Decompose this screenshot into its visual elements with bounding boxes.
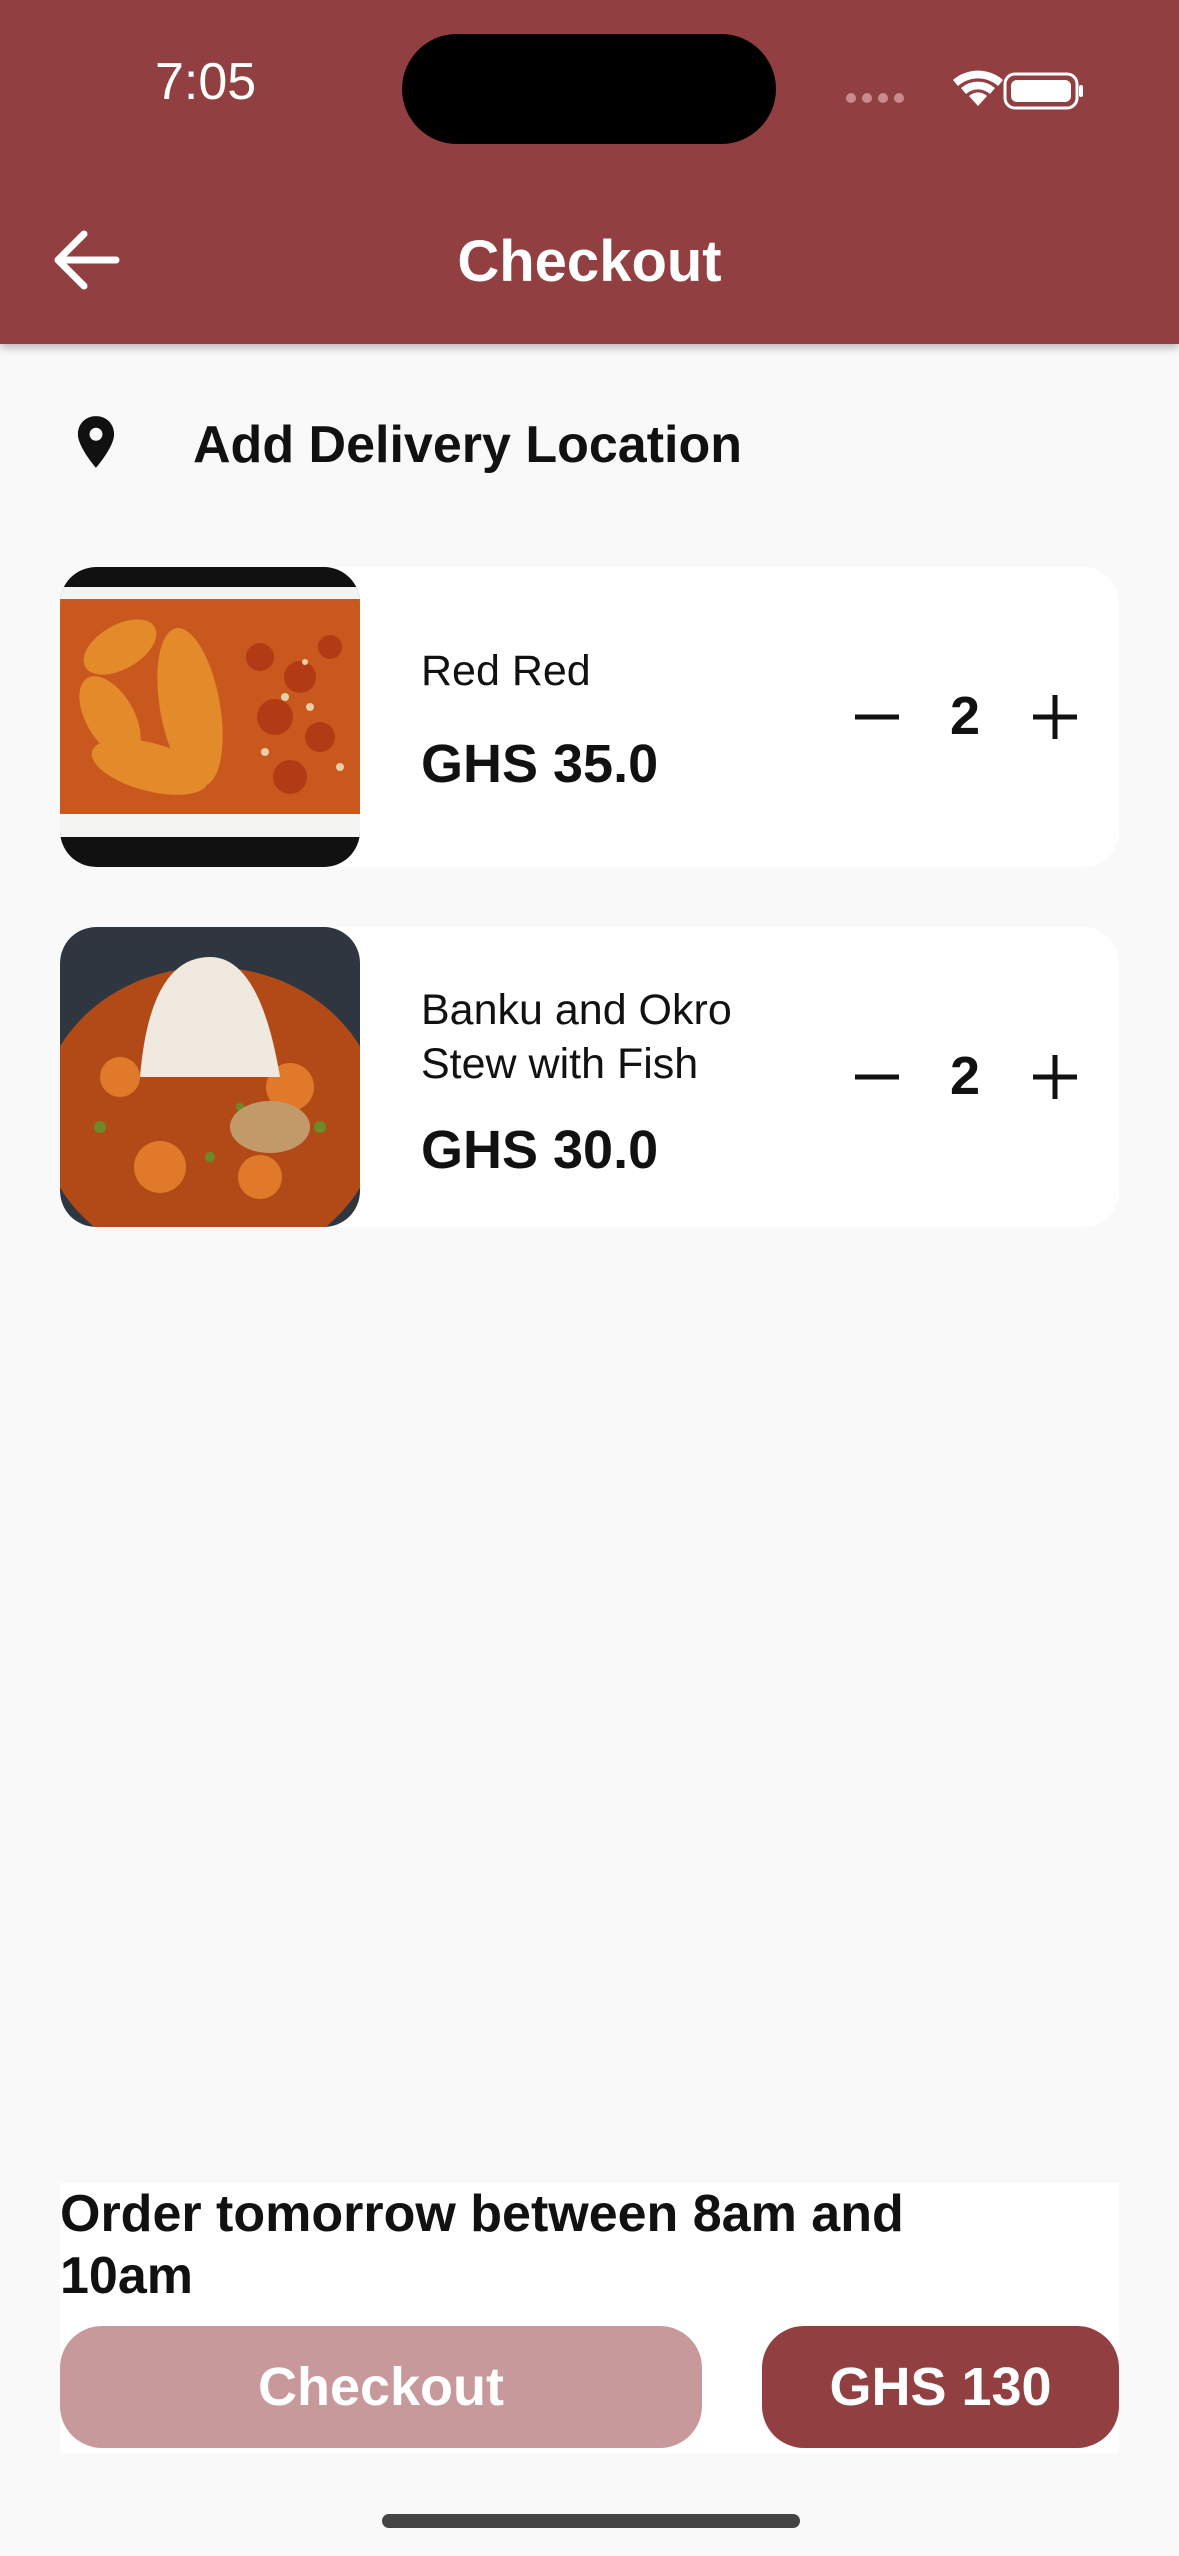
cart-item-banku: Banku and Okro Stew with Fish GHS 30.0 2: [60, 927, 1119, 1227]
quantity-stepper: 2: [835, 927, 1105, 1227]
add-delivery-location[interactable]: Add Delivery Location: [65, 405, 965, 485]
item-name-line2: Stew with Fish: [421, 1040, 699, 1088]
minus-icon[interactable]: [835, 677, 915, 757]
food-image-banku: [60, 927, 360, 1227]
page-title: Checkout: [457, 229, 722, 294]
plus-icon[interactable]: [1015, 677, 1095, 757]
app-bar: 7:05 Checkout: [0, 0, 1179, 344]
order-time-note-line2: 10am: [60, 2247, 193, 2305]
item-price: GHS 30.0: [421, 1120, 659, 1180]
signal-icon: [846, 93, 904, 103]
delivery-location-label: Add Delivery Location: [193, 416, 742, 474]
battery-icon: [1003, 72, 1083, 110]
checkout-footer: Order tomorrow between 8am and 10am Chec…: [60, 2183, 1119, 2453]
minus-icon[interactable]: [835, 1037, 915, 1117]
quantity-stepper: 2: [835, 567, 1105, 867]
home-indicator[interactable]: [382, 2514, 800, 2528]
item-name: Red Red: [421, 647, 591, 695]
food-image-red-red: [60, 567, 360, 867]
wifi-icon: [953, 70, 1003, 106]
order-time-note: Order tomorrow between 8am and 10am: [60, 2183, 1119, 2307]
dynamic-island: [402, 34, 776, 144]
status-time: 7:05: [155, 53, 257, 111]
checkout-button[interactable]: Checkout: [60, 2326, 702, 2448]
location-pin-icon: [77, 416, 115, 468]
item-name: Banku and Okro Stew with Fish: [421, 983, 732, 1091]
item-name-line1: Banku and Okro: [421, 986, 732, 1034]
cart-item-red-red: Red Red GHS 35.0 2: [60, 567, 1119, 867]
status-icons: [846, 70, 1083, 110]
order-time-note-line1: Order tomorrow between 8am and: [60, 2185, 904, 2243]
quantity-value: 2: [949, 686, 981, 746]
plus-icon[interactable]: [1015, 1037, 1095, 1117]
total-button[interactable]: GHS 130: [762, 2326, 1119, 2448]
item-price: GHS 35.0: [421, 734, 659, 794]
quantity-value: 2: [949, 1046, 981, 1106]
